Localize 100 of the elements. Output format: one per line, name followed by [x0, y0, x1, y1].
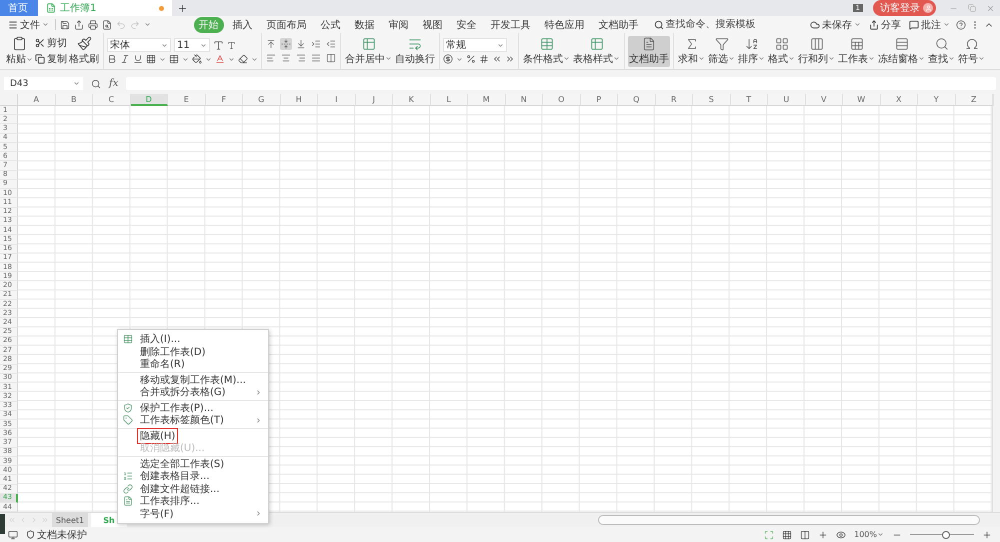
paste-button[interactable]: 粘贴 — [5, 35, 34, 67]
column-header[interactable]: V — [806, 94, 843, 106]
increase-font-icon[interactable] — [213, 40, 224, 50]
monitor-icon[interactable] — [8, 530, 18, 540]
menu-item[interactable]: 重命名(R) — [138, 357, 187, 372]
ribbon-tool-button[interactable]: 表格样式 — [572, 36, 621, 66]
menu-item[interactable]: 工作表排序... — [138, 494, 202, 508]
print-icon[interactable] — [88, 20, 98, 30]
align-top-button[interactable] — [265, 38, 277, 50]
percent-icon[interactable] — [466, 54, 476, 64]
column-header[interactable]: S — [693, 94, 730, 106]
crosshair-icon[interactable] — [818, 530, 828, 540]
preview-icon[interactable] — [102, 20, 112, 30]
column-header[interactable]: P — [580, 94, 618, 106]
zoom-in-icon[interactable] — [982, 530, 992, 540]
ribbon-tab[interactable]: 数据 — [350, 16, 380, 32]
document-tab[interactable]: 工作簿1 — [38, 0, 172, 16]
toolbar-action[interactable]: 批注 — [907, 18, 952, 32]
ribbon-tool-button[interactable]: 冻结窗格 — [877, 36, 926, 66]
export-icon[interactable] — [74, 20, 84, 30]
bold-icon[interactable] — [107, 54, 117, 64]
ribbon-tool-button[interactable]: 条件格式 — [522, 36, 571, 66]
column-header[interactable]: C — [93, 94, 130, 106]
document-tab[interactable]: 首页 — [0, 0, 38, 16]
column-header[interactable]: Y — [918, 94, 956, 106]
protection-status[interactable]: 文档未保护 — [26, 528, 87, 542]
menu-item[interactable]: 删除工作表(D) — [138, 344, 208, 359]
fill-color-icon[interactable] — [192, 54, 202, 64]
menu-item[interactable]: 移动或复制工作表(M)... — [138, 372, 248, 387]
save-icon[interactable] — [60, 20, 70, 30]
column-header[interactable]: J — [356, 94, 393, 106]
menu-item[interactable]: 合并或拆分表格(G) — [138, 385, 228, 400]
column-header[interactable]: Z — [956, 94, 993, 106]
thousands-icon[interactable] — [479, 54, 489, 64]
column-header[interactable]: I — [318, 94, 356, 106]
toolbar-action[interactable]: 未保存 — [808, 18, 863, 32]
outdent-button[interactable] — [325, 38, 337, 50]
cell-style-icon[interactable] — [169, 54, 179, 64]
menu-item[interactable]: 字号(F) — [138, 506, 176, 521]
column-header[interactable]: X — [880, 94, 918, 106]
ribbon-tab[interactable]: 特色应用 — [540, 16, 590, 32]
name-box[interactable]: D43 — [4, 77, 83, 90]
column-header[interactable]: R — [656, 94, 693, 106]
menu-item[interactable]: 工作表标签颜色(T) — [138, 413, 226, 428]
ribbon-tab[interactable]: 开始 — [194, 16, 224, 32]
ribbon-tab[interactable]: 审阅 — [384, 16, 414, 32]
ribbon-tool-button[interactable]: 格式 — [767, 36, 796, 66]
align-middle-button[interactable] — [280, 38, 292, 50]
menu-item[interactable]: 插入(I)... — [138, 332, 182, 346]
file-menu[interactable]: 文件 — [6, 18, 51, 32]
ribbon-tab[interactable]: 文档助手 — [594, 16, 644, 32]
decrease-font-icon[interactable] — [227, 40, 236, 50]
align-center-button[interactable] — [280, 52, 292, 64]
eye-icon[interactable] — [836, 530, 846, 540]
column-header[interactable]: H — [280, 94, 318, 106]
column-header[interactable]: A — [18, 94, 56, 106]
decrease-decimal-icon[interactable] — [505, 54, 515, 64]
command-search[interactable]: 查找命令、搜索模板 — [654, 19, 766, 30]
ribbon-tool-button[interactable]: 排序 — [737, 36, 766, 66]
column-header[interactable]: E — [168, 94, 206, 106]
help-icon[interactable] — [956, 20, 966, 30]
ribbon-tool-button[interactable]: 文档助手 — [628, 36, 670, 66]
zoom-thumb[interactable] — [942, 531, 950, 539]
menu-item[interactable]: 隐藏(H) — [138, 428, 178, 443]
currency-icon[interactable] — [443, 54, 453, 64]
menu-item[interactable]: 保护工作表(P)... — [138, 400, 216, 415]
distribute-button[interactable] — [325, 52, 337, 64]
column-header[interactable]: N — [506, 94, 543, 106]
font-name-select[interactable]: 宋体 — [107, 38, 171, 52]
column-header[interactable]: T — [730, 94, 768, 106]
menu-item[interactable]: 创建表格目录... — [138, 469, 212, 484]
login-button[interactable]: 访客登录 — [873, 0, 936, 16]
menu-item[interactable]: 创建文件超链接... — [138, 482, 222, 496]
ribbon-tool-button[interactable]: 筛选 — [707, 36, 736, 66]
column-header[interactable]: W — [843, 94, 880, 106]
ribbon-tab[interactable]: 页面布局 — [262, 16, 312, 32]
ribbon-tab[interactable]: 开发工具 — [486, 16, 536, 32]
align-left-button[interactable] — [265, 52, 277, 64]
ribbon-tool-button[interactable]: 行和列 — [797, 36, 836, 66]
column-header[interactable]: O — [543, 94, 580, 106]
column-header[interactable]: U — [768, 94, 806, 106]
column-header[interactable]: G — [243, 94, 280, 106]
ribbon-tab[interactable]: 插入 — [228, 16, 258, 32]
underline-icon[interactable] — [133, 54, 143, 64]
ribbon-tool-button[interactable]: 查找 — [927, 36, 956, 66]
indent-button[interactable] — [310, 38, 322, 50]
ribbon-tab[interactable]: 安全 — [452, 16, 482, 32]
zoom-select[interactable]: 100% — [854, 530, 884, 539]
align-bottom-button[interactable] — [295, 38, 307, 50]
function-label[interactable]: fx — [109, 78, 118, 89]
column-header[interactable]: L — [430, 94, 468, 106]
ribbon-tab[interactable]: 视图 — [418, 16, 448, 32]
align-right-button[interactable] — [295, 52, 307, 64]
cut-button[interactable]: 剪切 — [35, 36, 67, 50]
justify-button[interactable] — [310, 52, 322, 64]
column-header[interactable]: Q — [618, 94, 656, 106]
column-header[interactable]: B — [56, 94, 93, 106]
column-header[interactable]: K — [393, 94, 430, 106]
number-format-select[interactable]: 常规 — [443, 38, 507, 52]
ribbon-tab[interactable]: 公式 — [316, 16, 346, 32]
